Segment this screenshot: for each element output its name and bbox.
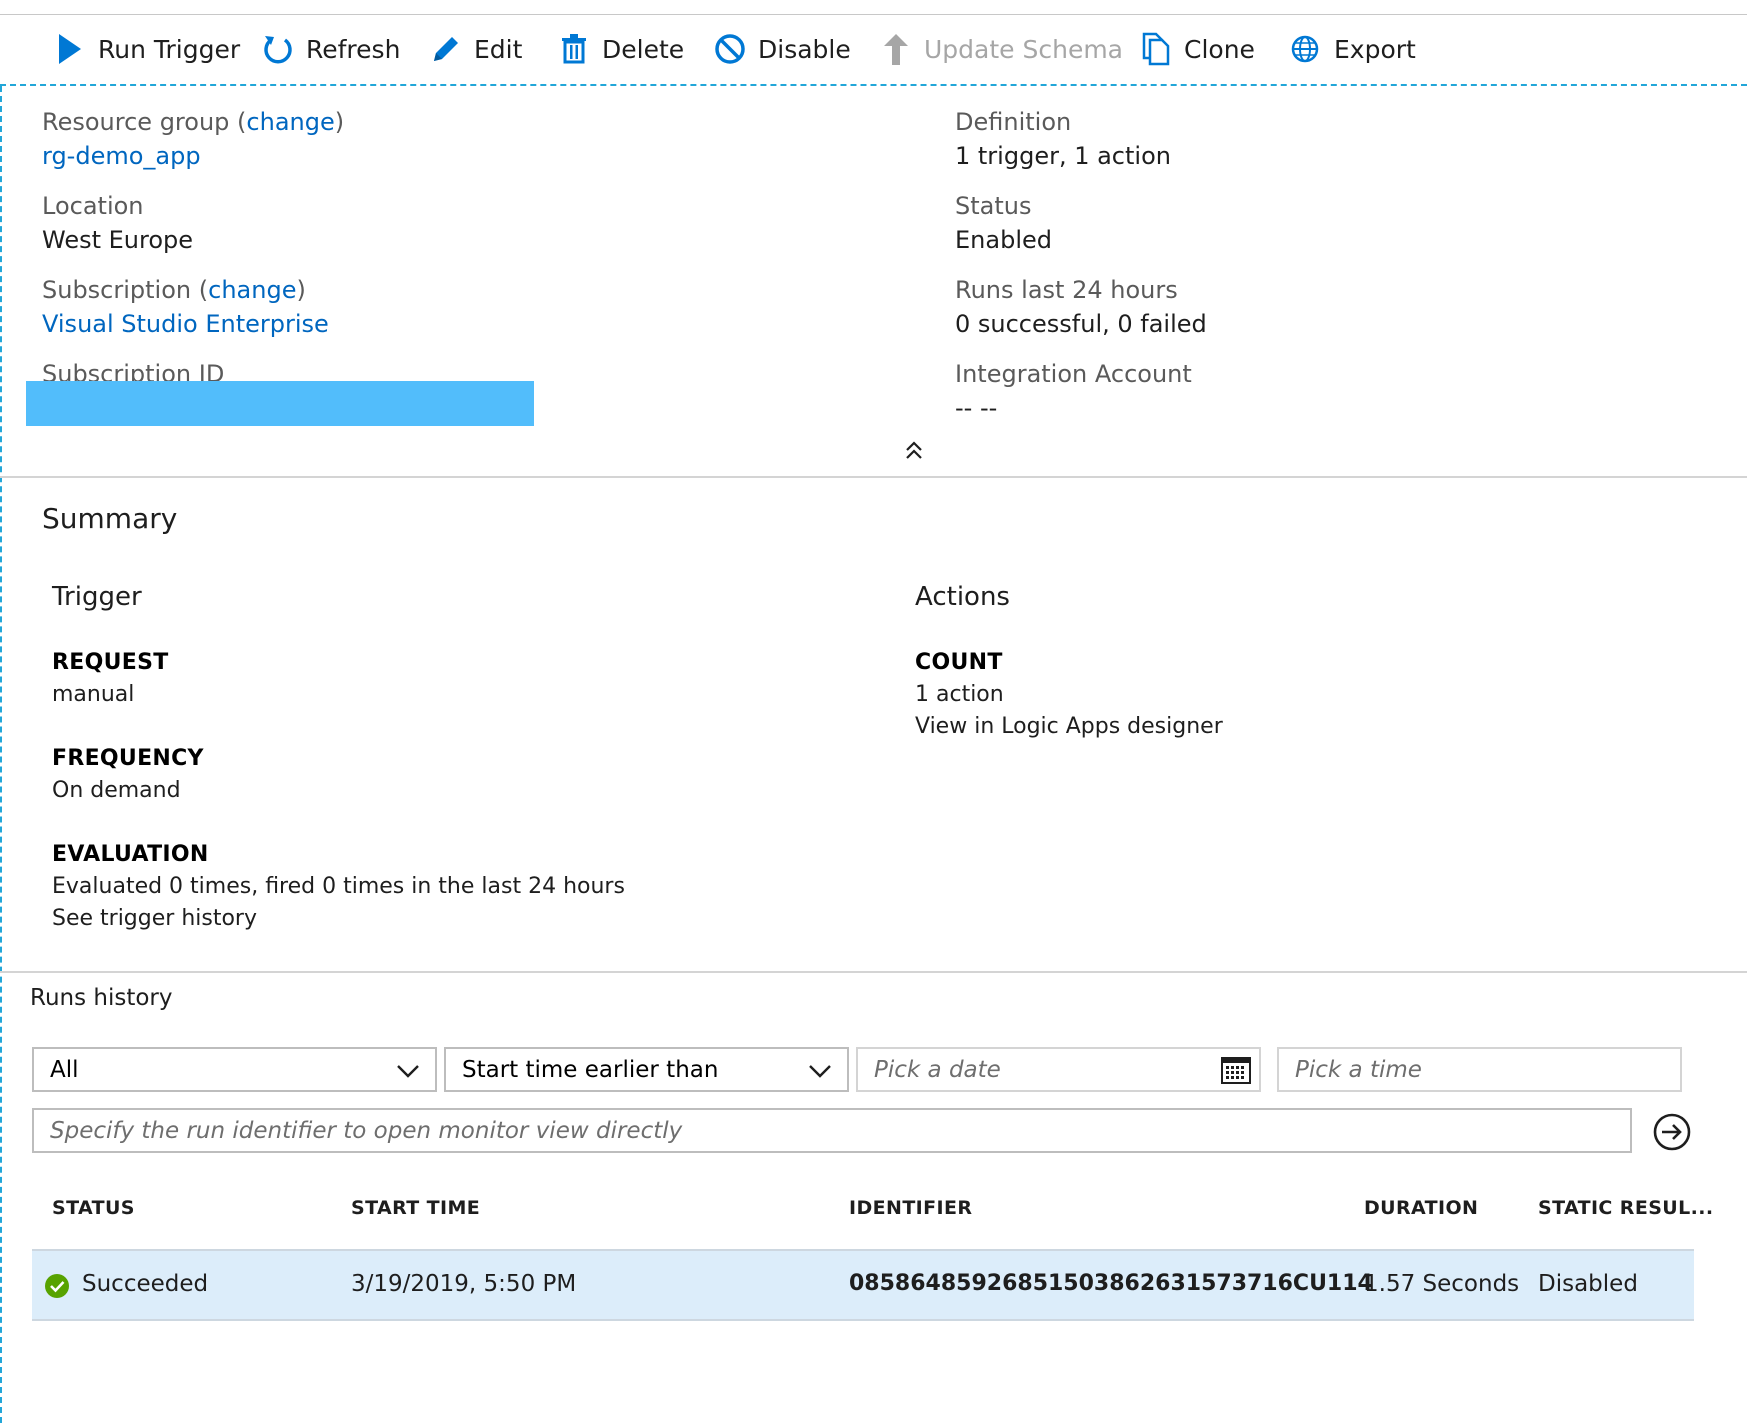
run-identifier: 08586485926851503862631573716CU114 [849, 1271, 1373, 1296]
trash-icon [558, 32, 590, 66]
date-placeholder: Pick a date [874, 1056, 1001, 1083]
run-identifier-input[interactable]: Specify the run identifier to open monit… [32, 1108, 1632, 1153]
time-filter-dropdown[interactable]: Start time earlier than [444, 1047, 849, 1092]
evaluation-value: Evaluated 0 times, fired 0 times in the … [52, 874, 625, 899]
resource-group-change-link[interactable]: change [246, 108, 334, 136]
location-label: Location [42, 192, 144, 220]
evaluation-key: EVALUATION [52, 842, 209, 867]
run-status: Succeeded [82, 1271, 209, 1297]
run-start-time: 3/19/2019, 5:50 PM [351, 1271, 577, 1297]
refresh-button[interactable]: Refresh [262, 29, 400, 69]
trigger-heading: Trigger [52, 582, 142, 612]
resource-group-field: Resource group (change) [42, 108, 345, 136]
integration-account-value: -- -- [955, 394, 998, 422]
clone-label: Clone [1184, 34, 1255, 64]
frequency-key: FREQUENCY [52, 746, 204, 771]
see-trigger-history-link[interactable]: See trigger history [52, 906, 257, 931]
globe-icon [1290, 32, 1322, 66]
runs-last-24h-value: 0 successful, 0 failed [955, 310, 1207, 338]
run-trigger-label: Run Trigger [98, 34, 241, 64]
edit-label: Edit [474, 34, 523, 64]
resource-group-link[interactable]: rg-demo_app [42, 139, 201, 173]
run-duration: 1.57 Seconds [1364, 1271, 1520, 1297]
success-check-icon [45, 1274, 69, 1298]
count-value: 1 action [915, 682, 1004, 707]
time-placeholder: Pick a time [1295, 1056, 1422, 1083]
status-value: Enabled [955, 226, 1052, 254]
definition-label: Definition [955, 108, 1072, 136]
arrow-up-icon [880, 32, 912, 66]
request-key: REQUEST [52, 650, 169, 675]
column-header-start-time[interactable]: START TIME [351, 1197, 480, 1219]
play-icon [54, 32, 86, 66]
chevron-down-icon [397, 1065, 419, 1078]
status-filter-dropdown[interactable]: All [32, 1047, 437, 1092]
view-in-designer-link[interactable]: View in Logic Apps designer [915, 714, 1223, 739]
integration-account-label: Integration Account [955, 360, 1192, 388]
export-label: Export [1334, 34, 1416, 64]
update-schema-button[interactable]: Update Schema [880, 29, 1123, 69]
column-header-static-results[interactable]: STATIC RESUL... [1538, 1197, 1713, 1219]
column-header-status[interactable]: STATUS [52, 1197, 135, 1219]
block-icon [714, 32, 746, 66]
request-value: manual [52, 682, 135, 707]
time-filter-value: Start time earlier than [462, 1056, 719, 1083]
collapse-essentials-button[interactable] [898, 438, 930, 468]
chevron-down-icon [809, 1065, 831, 1078]
subscription-field: Subscription (change) [42, 276, 306, 304]
date-picker-input[interactable]: Pick a date [856, 1047, 1261, 1092]
divider [0, 971, 1747, 973]
column-header-duration[interactable]: DURATION [1364, 1197, 1478, 1219]
refresh-label: Refresh [306, 34, 401, 64]
go-arrow-icon[interactable] [1652, 1112, 1692, 1152]
run-identifier-placeholder: Specify the run identifier to open monit… [50, 1117, 683, 1144]
pencil-icon [430, 32, 462, 66]
actions-heading: Actions [915, 582, 1010, 612]
calendar-icon[interactable] [1221, 1055, 1251, 1085]
definition-value: 1 trigger, 1 action [955, 142, 1171, 170]
divider [0, 476, 1747, 478]
summary-title: Summary [42, 502, 178, 535]
location-value: West Europe [42, 226, 194, 254]
runs-last-24h-label: Runs last 24 hours [955, 276, 1178, 304]
delete-button[interactable]: Delete [558, 29, 684, 69]
copy-icon [1140, 32, 1172, 66]
count-key: COUNT [915, 650, 1003, 675]
double-chevron-up-icon [904, 440, 924, 466]
command-bar: Run Trigger Refresh Edit Delete Disable [0, 14, 1747, 86]
status-filter-value: All [50, 1056, 79, 1083]
status-label: Status [955, 192, 1032, 220]
subscription-link[interactable]: Visual Studio Enterprise [42, 307, 329, 341]
frequency-value: On demand [52, 778, 181, 803]
logic-app-overview: Run Trigger Refresh Edit Delete Disable [0, 0, 1747, 1423]
update-schema-label: Update Schema [924, 34, 1123, 64]
run-static-results: Disabled [1538, 1271, 1638, 1297]
redacted-subscription-id [26, 381, 534, 426]
disable-label: Disable [758, 34, 851, 64]
edit-button[interactable]: Edit [430, 29, 522, 69]
clone-button[interactable]: Clone [1140, 29, 1255, 69]
disable-button[interactable]: Disable [714, 29, 851, 69]
refresh-icon [262, 32, 294, 66]
run-trigger-button[interactable]: Run Trigger [54, 29, 240, 69]
column-header-identifier[interactable]: IDENTIFIER [849, 1197, 972, 1219]
runs-history-title: Runs history [30, 985, 173, 1011]
delete-label: Delete [602, 34, 685, 64]
export-button[interactable]: Export [1290, 29, 1416, 69]
subscription-change-link[interactable]: change [208, 276, 296, 304]
time-picker-input[interactable]: Pick a time [1277, 1047, 1682, 1092]
table-row[interactable]: Succeeded 3/19/2019, 5:50 PM 08586485926… [32, 1249, 1694, 1321]
